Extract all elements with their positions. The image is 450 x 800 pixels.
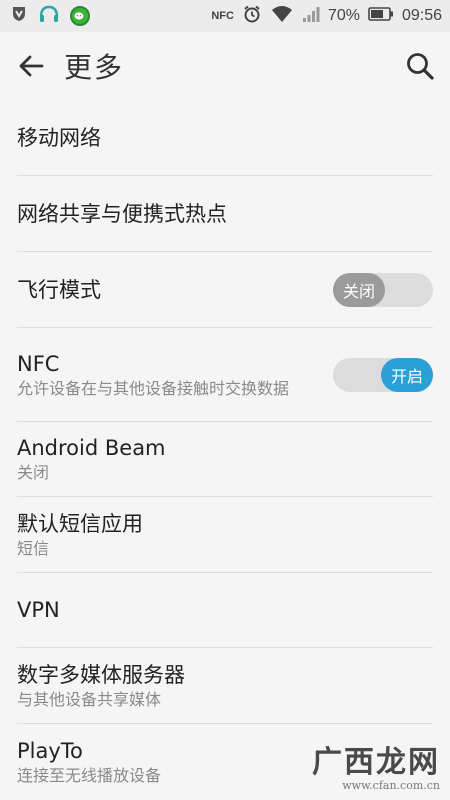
item-title: NFC (17, 351, 60, 376)
item-subtitle: 短信 (17, 538, 50, 558)
app-bar: 更多 (0, 32, 450, 100)
item-title: 移动网络 (17, 125, 101, 150)
nfc-status-icon: NFC (211, 9, 234, 22)
toggle-knob: 关闭 (333, 272, 385, 307)
settings-list: 移动网络 网络共享与便携式热点 飞行模式 关闭 NFC 允许设备在与其他设备接触… (0, 100, 450, 800)
watermark: 广西龙网 www.cfan.com.cn (312, 745, 440, 793)
clock-time: 09:56 (401, 7, 442, 24)
item-title: VPN (17, 598, 60, 622)
item-title: Android Beam (17, 436, 166, 460)
list-item-tethering-hotspot[interactable]: 网络共享与便携式热点 (17, 176, 433, 252)
airplane-mode-toggle[interactable]: 关闭 (333, 272, 433, 307)
nfc-toggle[interactable]: 开启 (333, 357, 433, 392)
item-title: 默认短信应用 (17, 511, 143, 536)
app-notification-icon (70, 6, 90, 26)
status-right: NFC 70% 09:56 (211, 4, 442, 28)
shield-icon (10, 5, 28, 27)
item-subtitle: 允许设备在与其他设备接触时交换数据 (17, 378, 290, 398)
search-icon[interactable] (402, 48, 438, 84)
item-title: 飞行模式 (17, 277, 101, 302)
list-item-nfc[interactable]: NFC 允许设备在与其他设备接触时交换数据 开启 (17, 328, 433, 422)
item-title: 数字多媒体服务器 (17, 662, 185, 687)
list-item-vpn[interactable]: VPN (17, 573, 433, 648)
wifi-icon (270, 4, 294, 28)
headset-icon (38, 4, 60, 28)
list-item-default-sms-app[interactable]: 默认短信应用 短信 (17, 497, 433, 573)
watermark-logo: 广西龙网 (312, 745, 440, 780)
watermark-site: www.cfan.com.cn (342, 779, 440, 792)
signal-icon (302, 5, 320, 27)
back-arrow-icon[interactable] (14, 49, 48, 83)
item-subtitle: 与其他设备共享媒体 (17, 689, 162, 709)
battery-percent: 70% (327, 7, 360, 24)
battery-icon (368, 6, 394, 26)
list-item-media-server[interactable]: 数字多媒体服务器 与其他设备共享媒体 (17, 648, 433, 724)
status-bar: NFC 70% 09:56 (0, 0, 450, 32)
list-item-android-beam[interactable]: Android Beam 关闭 (17, 422, 433, 497)
toggle-knob: 开启 (381, 357, 433, 392)
list-item-mobile-network[interactable]: 移动网络 (17, 100, 433, 176)
alarm-icon (242, 4, 262, 28)
status-left (10, 4, 90, 28)
list-item-airplane-mode[interactable]: 飞行模式 关闭 (17, 252, 433, 328)
item-title: 网络共享与便携式热点 (17, 201, 227, 226)
item-subtitle: 关闭 (17, 463, 50, 482)
page-title: 更多 (64, 51, 125, 84)
